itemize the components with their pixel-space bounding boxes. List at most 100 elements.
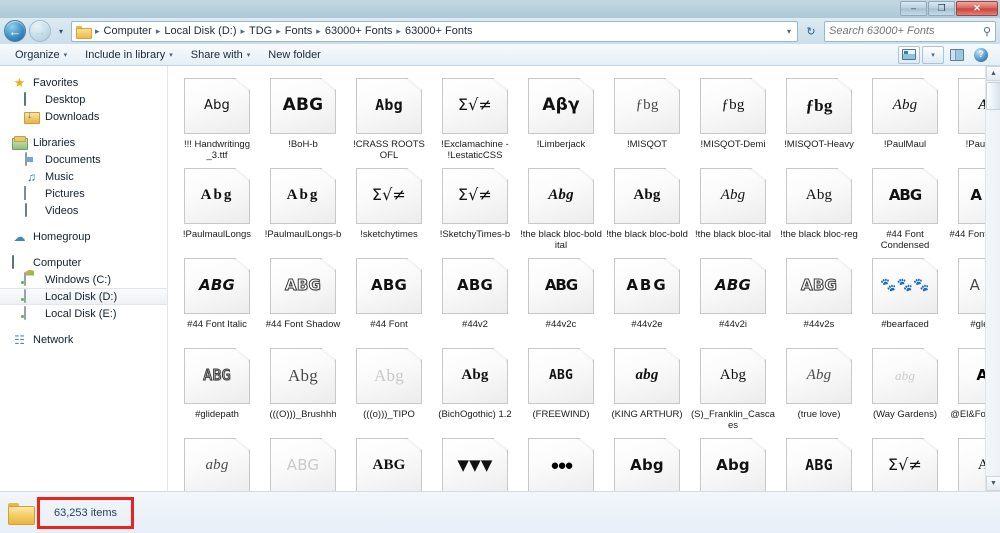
- preview-pane-button[interactable]: [946, 46, 968, 64]
- sidebar-item-music[interactable]: ♫ Music: [0, 168, 167, 185]
- file-tile[interactable]: Abg!the black bloc-bold ital: [518, 162, 604, 252]
- font-file-icon: Abg: [356, 348, 422, 404]
- file-tile[interactable]: Abg(true love): [776, 342, 862, 432]
- sidebar-item-network[interactable]: ☷ Network: [0, 331, 167, 348]
- vertical-scrollbar[interactable]: ▲ ▼: [985, 66, 1000, 491]
- font-preview-sample: ABG: [287, 458, 320, 475]
- file-tile[interactable]: Abg!the black bloc-ital: [690, 162, 776, 252]
- file-tile[interactable]: abg(KING ARTHUR): [604, 342, 690, 432]
- file-tile[interactable]: 🐾🐾🐾#bearfaced: [862, 252, 948, 342]
- file-tile[interactable]: ●●●: [518, 432, 604, 491]
- file-tile[interactable]: ƒbg!MISQOT-Demi: [690, 72, 776, 162]
- search-box[interactable]: ⚲: [824, 21, 996, 42]
- file-tile[interactable]: ABG#44 Font: [346, 252, 432, 342]
- include-in-library-button[interactable]: Include in library ▾: [76, 47, 182, 63]
- file-tile[interactable]: Aβγ!Limberjack: [518, 72, 604, 162]
- file-tile[interactable]: ABG#44v2s: [776, 252, 862, 342]
- breadcrumb-item-63000-fonts[interactable]: 63000+ Fonts: [322, 24, 396, 38]
- back-button[interactable]: ←: [4, 20, 26, 42]
- breadcrumb-item-63000-fonts-sub[interactable]: 63000+ Fonts: [402, 24, 476, 38]
- file-tile[interactable]: Σ√≠!Exclamachine - !LestaticCSS: [432, 72, 518, 162]
- file-tile[interactable]: ABG#44 Font Italic: [174, 252, 260, 342]
- organize-button[interactable]: Organize ▾: [6, 47, 76, 63]
- share-with-button[interactable]: Share with ▾: [182, 47, 260, 63]
- breadcrumb-item-fonts[interactable]: Fonts: [282, 24, 316, 38]
- sidebar-item-downloads[interactable]: Downloads: [0, 108, 167, 125]
- file-tile[interactable]: Abg!PaulmaulLongs-b: [260, 162, 346, 252]
- file-tile[interactable]: Abg(((o)))_TIPO: [346, 342, 432, 432]
- file-tile[interactable]: Σ√≠: [862, 432, 948, 491]
- file-tile[interactable]: Abg(((O)))_Brushhh: [260, 342, 346, 432]
- file-tile[interactable]: Abg!PaulMaul: [862, 72, 948, 162]
- forward-button[interactable]: →: [29, 20, 51, 42]
- scroll-up-button[interactable]: ▲: [986, 66, 1000, 81]
- file-tile[interactable]: Σ√≠!sketchytimes: [346, 162, 432, 252]
- file-tile[interactable]: ABG#44v2e: [604, 252, 690, 342]
- file-tile[interactable]: ▼▼▼: [432, 432, 518, 491]
- file-tile[interactable]: Abg!CRASS ROOTS OFL: [346, 72, 432, 162]
- file-tile[interactable]: ƒbg!MISQOT: [604, 72, 690, 162]
- sidebar-item-documents[interactable]: Documents: [0, 151, 167, 168]
- file-tile[interactable]: ABG#glidepath: [174, 342, 260, 432]
- breadcrumb-item-computer[interactable]: Computer: [101, 24, 155, 38]
- file-tile[interactable]: ABG: [346, 432, 432, 491]
- scroll-down-button[interactable]: ▼: [986, 476, 1000, 491]
- breadcrumb-dropdown-icon[interactable]: ▾: [783, 27, 795, 36]
- file-tile[interactable]: Abg!the black bloc-bold: [604, 162, 690, 252]
- new-folder-button[interactable]: New folder: [259, 47, 330, 63]
- refresh-button[interactable]: ↻: [801, 21, 821, 42]
- change-view-button[interactable]: [898, 46, 920, 64]
- page-fold-icon: [578, 79, 593, 92]
- file-tile[interactable]: Abg(BichOgothic) 1.2: [432, 342, 518, 432]
- file-tile[interactable]: ABG#44v2: [432, 252, 518, 342]
- file-tile[interactable]: ABG#44 Font Shadow: [260, 252, 346, 342]
- file-tile[interactable]: ABG#44 Font Condensed: [862, 162, 948, 252]
- file-tile[interactable]: abg: [174, 432, 260, 491]
- file-tile[interactable]: Σ√≠!SketchyTimes-b: [432, 162, 518, 252]
- sidebar-item-desktop[interactable]: Desktop: [0, 91, 167, 108]
- file-tile[interactable]: ƒbg!MISQOT-Heavy: [776, 72, 862, 162]
- file-tile[interactable]: Abg(S)_Franklin_Cascaes: [690, 342, 776, 432]
- sidebar-item-favorites[interactable]: ★ Favorites: [0, 74, 167, 91]
- sidebar-label: Windows (C:): [45, 274, 111, 286]
- maximize-button[interactable]: ❐: [928, 1, 955, 16]
- file-tile[interactable]: Abg!PaulmaulLongs: [174, 162, 260, 252]
- help-button[interactable]: ?: [970, 46, 992, 64]
- file-tile[interactable]: Abg: [604, 432, 690, 491]
- font-preview-sample: ƒbg: [805, 97, 832, 116]
- breadcrumb-bar[interactable]: ▸ Computer ▸ Local Disk (D:) ▸ TDG ▸ Fon…: [71, 21, 798, 42]
- search-input[interactable]: [829, 25, 983, 37]
- file-tile[interactable]: Abg: [690, 432, 776, 491]
- file-tile[interactable]: Abg!!! Handwritingg _3.ttf: [174, 72, 260, 162]
- sidebar-item-homegroup[interactable]: ☁ Homegroup: [0, 228, 167, 245]
- change-view-dropdown[interactable]: ▾: [922, 46, 944, 64]
- sidebar-item-videos[interactable]: Videos: [0, 202, 167, 219]
- file-tile[interactable]: ABG#44v2c: [518, 252, 604, 342]
- file-tile[interactable]: ABG: [776, 432, 862, 491]
- page-fold-icon: [664, 349, 679, 362]
- breadcrumb-item-local-disk-d[interactable]: Local Disk (D:): [161, 24, 239, 38]
- navigation-pane[interactable]: ★ Favorites Desktop Downloads Libraries: [0, 66, 168, 491]
- file-tile[interactable]: abg(Way Gardens): [862, 342, 948, 432]
- file-tile[interactable]: ABG#44v2i: [690, 252, 776, 342]
- file-tile[interactable]: Abg!the black bloc-reg: [776, 162, 862, 252]
- sidebar-item-local-disk-e[interactable]: Local Disk (E:): [0, 305, 167, 322]
- sidebar-item-local-disk-d[interactable]: Local Disk (D:): [0, 288, 167, 305]
- sidebar-item-libraries[interactable]: Libraries: [0, 134, 167, 151]
- sidebar-item-pictures[interactable]: Pictures: [0, 185, 167, 202]
- window-controls: – ❐ ✕: [900, 1, 998, 16]
- recent-pages-caret-icon[interactable]: ▾: [54, 21, 68, 41]
- scroll-thumb[interactable]: [986, 82, 1000, 110]
- close-button[interactable]: ✕: [956, 1, 998, 16]
- sidebar-item-computer[interactable]: Computer: [0, 254, 167, 271]
- file-tile[interactable]: ABG!BoH-b: [260, 72, 346, 162]
- minimize-button[interactable]: –: [900, 1, 927, 16]
- file-list-pane[interactable]: Abg!!! Handwritingg _3.ttfABG!BoH-bAbg!C…: [168, 66, 1000, 491]
- font-file-icon: ABG: [614, 258, 680, 314]
- font-preview-sample: Abg: [721, 188, 746, 205]
- sidebar-item-windows-c[interactable]: Windows (C:): [0, 271, 167, 288]
- network-icon: ☷: [12, 333, 27, 347]
- file-tile[interactable]: ABG: [260, 432, 346, 491]
- breadcrumb-item-tdg[interactable]: TDG: [246, 24, 275, 38]
- file-tile[interactable]: ABG(FREEWIND): [518, 342, 604, 432]
